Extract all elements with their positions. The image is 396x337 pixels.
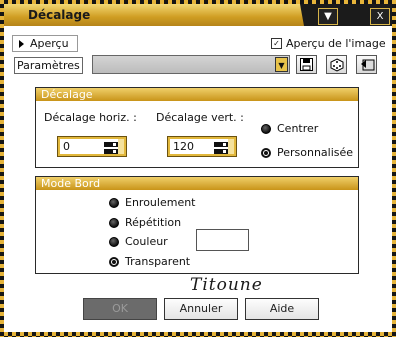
radio-repeat-label: Répétition [125, 216, 182, 229]
preview-button[interactable]: Aperçu [12, 35, 78, 52]
spinner-field: 0 [60, 139, 119, 154]
horiz-offset-label: Décalage horiz. : [44, 111, 137, 124]
radio-indicator-selected [261, 147, 271, 158]
spinner-arrows-icon[interactable] [214, 142, 228, 155]
radio-indicator [261, 123, 271, 134]
horiz-offset-spinner[interactable]: 0 [57, 136, 127, 157]
color-swatch[interactable] [196, 229, 249, 251]
randomize-button[interactable] [326, 55, 347, 74]
dice-icon [330, 57, 343, 72]
radio-custom[interactable]: Personnalisée [261, 146, 353, 159]
spinner-slider[interactable] [118, 139, 124, 154]
vert-offset-value[interactable]: 120 [173, 140, 194, 153]
preview-label: Aperçu [30, 37, 69, 50]
radio-wrap[interactable]: Enroulement [109, 196, 196, 209]
help-button[interactable]: Aide [245, 298, 319, 320]
play-icon [19, 39, 24, 48]
title-bar[interactable]: Décalage ▼ X [4, 4, 392, 26]
image-preview-label: Aperçu de l'image [286, 37, 386, 50]
window-title: Décalage [28, 8, 91, 22]
radio-repeat[interactable]: Répétition [109, 216, 181, 229]
edge-mode-group: Mode Bord [35, 176, 359, 274]
vert-offset-spinner[interactable]: 120 [167, 136, 237, 157]
menu-dropdown-button[interactable]: ▼ [318, 8, 338, 25]
spinner-slider[interactable] [228, 139, 234, 154]
radio-transparent[interactable]: Transparent [109, 255, 190, 268]
spinner-arrows-icon[interactable] [104, 142, 118, 155]
radio-wrap-label: Enroulement [125, 196, 196, 209]
spinner-field: 120 [170, 139, 229, 154]
offset-group-title: Décalage [36, 88, 358, 101]
edge-mode-group-title: Mode Bord [36, 177, 358, 190]
save-icon [300, 58, 313, 71]
save-preset-button[interactable] [296, 55, 317, 74]
radio-center-label: Centrer [277, 122, 319, 135]
ok-button[interactable]: OK [83, 298, 157, 320]
radio-indicator [109, 236, 119, 247]
radio-transparent-label: Transparent [125, 255, 191, 268]
image-preview-checkbox[interactable]: ✓ [271, 38, 282, 49]
horiz-offset-value[interactable]: 0 [63, 140, 70, 153]
radio-custom-label: Personnalisée [277, 146, 354, 159]
radio-color[interactable]: Couleur [109, 235, 168, 248]
params-dropdown[interactable]: ▼ [92, 55, 290, 74]
signature-watermark: Titoune [190, 275, 263, 295]
reset-icon [360, 59, 374, 71]
radio-color-label: Couleur [125, 235, 168, 248]
image-preview-option[interactable]: ✓ Aperçu de l'image [271, 37, 386, 50]
radio-indicator [109, 217, 119, 228]
params-label: Paramètres [14, 57, 83, 74]
cancel-button[interactable]: Annuler [164, 298, 238, 320]
close-button[interactable]: X [370, 8, 390, 25]
radio-indicator-selected [109, 256, 119, 267]
vert-offset-label: Décalage vert. : [156, 111, 244, 124]
radio-indicator [109, 197, 119, 208]
chevron-down-icon[interactable]: ▼ [275, 57, 288, 72]
reset-button[interactable] [356, 55, 377, 74]
radio-center[interactable]: Centrer [261, 122, 318, 135]
